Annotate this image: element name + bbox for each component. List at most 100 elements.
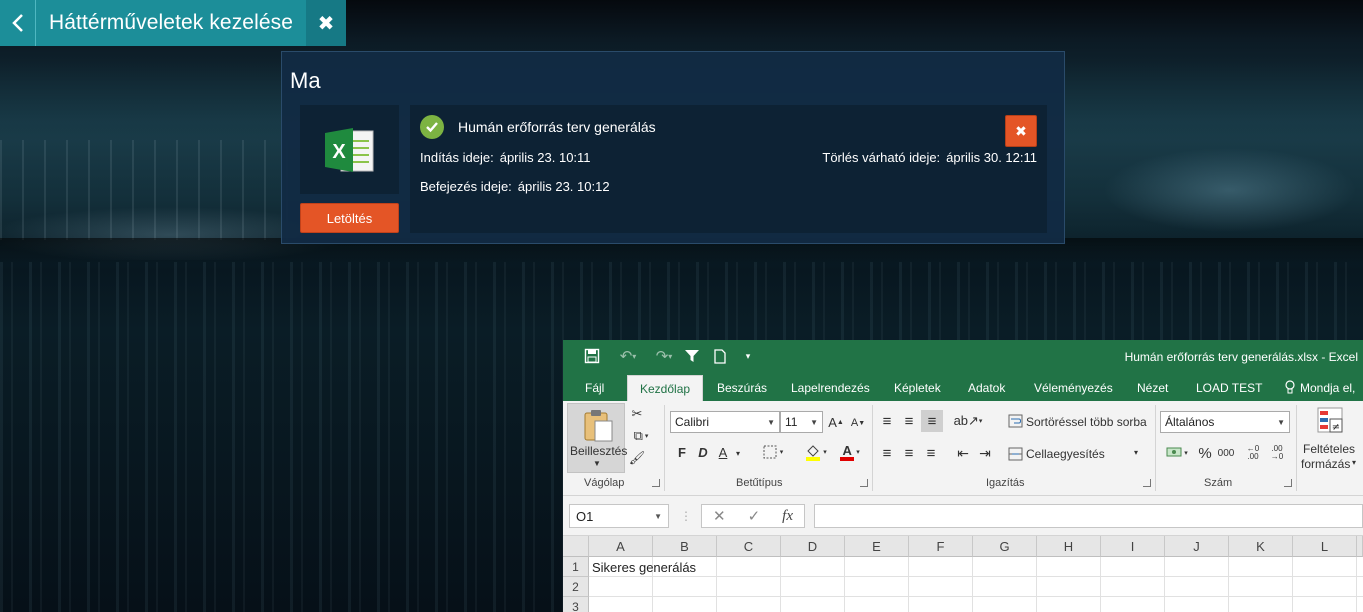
format-painter-icon[interactable]: 🖌: [627, 449, 647, 467]
column-header[interactable]: J: [1165, 536, 1229, 557]
operations-panel: Ma X Letöltés Humán erőforrás terv gener…: [281, 51, 1065, 244]
tell-me-search[interactable]: Mondja el,: [1283, 375, 1357, 401]
formula-input[interactable]: [814, 504, 1363, 528]
tab-load-test[interactable]: LOAD TEST: [1194, 375, 1264, 401]
ribbon-separator: [664, 405, 665, 491]
align-bottom-icon[interactable]: ≡: [921, 410, 943, 432]
font-name-select[interactable]: Calibri ▼: [670, 411, 780, 433]
back-button[interactable]: [0, 0, 36, 46]
column-header[interactable]: D: [781, 536, 845, 557]
chevron-down-icon: ▼: [1277, 418, 1285, 427]
fill-color-icon[interactable]: ▾: [801, 441, 831, 463]
column-header[interactable]: F: [909, 536, 973, 557]
new-document-icon[interactable]: [709, 346, 731, 366]
number-format-value: Általános: [1165, 415, 1215, 429]
font-size-select[interactable]: 11 ▼: [780, 411, 823, 433]
select-all-corner[interactable]: [563, 536, 589, 557]
cell-a1[interactable]: Sikeres generálás: [592, 560, 696, 575]
column-header[interactable]: A: [589, 536, 653, 557]
tab-formulas[interactable]: Képletek: [892, 375, 943, 401]
name-box[interactable]: O1 ▼: [569, 504, 669, 528]
insert-function-icon[interactable]: fx: [782, 508, 793, 525]
tab-data[interactable]: Adatok: [966, 375, 1007, 401]
start-time-label: Indítás ideje:: [420, 150, 494, 165]
bold-button[interactable]: F: [674, 442, 690, 462]
conditional-formatting-label-2[interactable]: formázás: [1301, 457, 1350, 471]
redo-icon[interactable]: ↷ ▾: [647, 346, 681, 366]
column-header[interactable]: I: [1101, 536, 1165, 557]
ribbon-separator: [872, 405, 873, 491]
cut-icon[interactable]: ✂: [627, 405, 647, 423]
column-header[interactable]: K: [1229, 536, 1293, 557]
column-header[interactable]: C: [717, 536, 781, 557]
close-button[interactable]: ✖: [306, 0, 347, 46]
number-launcher-icon[interactable]: [1284, 479, 1292, 487]
column-header[interactable]: E: [845, 536, 909, 557]
ribbon-separator: [1155, 405, 1156, 491]
increase-decimal-icon[interactable]: ←0.00: [1243, 443, 1263, 463]
tab-review[interactable]: Véleményezés: [1032, 375, 1115, 401]
column-header[interactable]: L: [1293, 536, 1357, 557]
save-icon[interactable]: [581, 346, 603, 366]
wrap-text-button[interactable]: Sortöréssel több sorba: [1026, 415, 1147, 429]
job-name: Humán erőforrás terv generálás: [458, 119, 656, 135]
alignment-launcher-icon[interactable]: [1143, 479, 1151, 487]
thousands-separator-button[interactable]: 000: [1215, 444, 1237, 462]
currency-format-icon[interactable]: ▾: [1162, 443, 1192, 463]
paste-button[interactable]: Beillesztés ▼: [567, 403, 628, 473]
job-card: Humán erőforrás terv generálás ✖ Indítás…: [410, 105, 1047, 233]
clipboard-launcher-icon[interactable]: [652, 479, 660, 487]
conditional-formatting-label-1[interactable]: Feltételes: [1303, 442, 1355, 456]
delete-time-label: Törlés várható ideje:: [822, 150, 941, 165]
increase-font-icon[interactable]: A ▲: [827, 411, 845, 433]
copy-icon[interactable]: ⧉ ▾: [627, 427, 655, 445]
increase-indent-icon[interactable]: ⇥: [975, 443, 995, 463]
row-header[interactable]: 3: [563, 597, 589, 612]
underline-button[interactable]: A: [715, 442, 731, 462]
align-left-icon[interactable]: ≡: [877, 443, 897, 463]
formula-buttons: ✕ ✓ fx: [701, 504, 805, 528]
tab-insert[interactable]: Beszúrás: [715, 375, 769, 401]
font-color-icon[interactable]: A ▾: [835, 441, 865, 463]
orientation-icon[interactable]: ab↗ ▾: [953, 411, 983, 431]
tab-page-layout[interactable]: Lapelrendezés: [789, 375, 872, 401]
conditional-formatting-icon[interactable]: ≠: [1315, 405, 1345, 435]
align-center-icon[interactable]: ≡: [899, 443, 919, 463]
background-bridge: [0, 140, 290, 240]
merge-cells-icon[interactable]: [1006, 445, 1024, 463]
underline-dropdown-icon[interactable]: ▾: [733, 443, 743, 463]
number-format-select[interactable]: Általános ▼: [1160, 411, 1290, 433]
tab-view[interactable]: Nézet: [1135, 375, 1170, 401]
merge-dropdown-icon[interactable]: ▾: [1134, 448, 1138, 457]
decrease-decimal-icon[interactable]: .00 →0: [1267, 443, 1287, 463]
paste-label: Beillesztés: [570, 444, 628, 458]
delete-job-button[interactable]: ✖: [1005, 115, 1037, 147]
italic-button[interactable]: D: [695, 442, 711, 462]
decrease-font-icon[interactable]: A ▼: [849, 413, 867, 433]
wrap-text-icon[interactable]: [1006, 412, 1024, 430]
chevron-down-icon: ▼: [810, 418, 818, 427]
enter-icon[interactable]: ✓: [748, 507, 761, 525]
align-middle-icon[interactable]: ≡: [899, 411, 919, 431]
merge-cells-button[interactable]: Cellaegyesítés: [1026, 447, 1105, 461]
borders-icon[interactable]: ▾: [759, 442, 787, 462]
customize-toolbar-icon[interactable]: ▾: [739, 346, 757, 366]
column-header[interactable]: H: [1037, 536, 1101, 557]
column-header[interactable]: G: [973, 536, 1037, 557]
conditional-formatting-dropdown-icon[interactable]: ▾: [1352, 458, 1356, 467]
font-launcher-icon[interactable]: [860, 479, 868, 487]
row-header[interactable]: 1: [563, 557, 589, 577]
row-header[interactable]: 2: [563, 577, 589, 597]
percent-button[interactable]: %: [1196, 443, 1214, 463]
cell-area[interactable]: [589, 557, 1363, 612]
filter-icon[interactable]: [681, 346, 703, 366]
align-top-icon[interactable]: ≡: [877, 411, 897, 431]
tab-home[interactable]: Kezdőlap: [627, 375, 704, 401]
decrease-indent-icon[interactable]: ⇤: [953, 443, 973, 463]
download-button[interactable]: Letöltés: [300, 203, 399, 233]
tab-file[interactable]: Fájl: [583, 375, 606, 401]
column-header[interactable]: B: [653, 536, 717, 557]
cancel-icon[interactable]: ✕: [713, 507, 726, 525]
align-right-icon[interactable]: ≡: [921, 443, 941, 463]
undo-icon[interactable]: ↶ ▾: [611, 346, 645, 366]
